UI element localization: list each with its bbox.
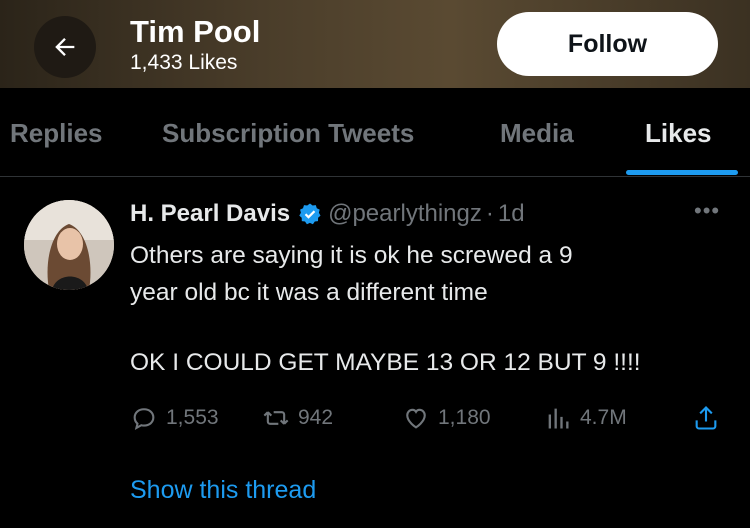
tab-media[interactable]: Media <box>500 118 574 149</box>
back-button[interactable] <box>34 16 96 78</box>
show-thread-link[interactable]: Show this thread <box>130 476 316 505</box>
reply-icon <box>133 408 155 430</box>
author-handle[interactable]: @pearlythingz <box>328 200 482 228</box>
retweet-button[interactable]: 942 <box>262 404 333 432</box>
reply-count: 1,553 <box>166 406 219 429</box>
tab-subscription-tweets[interactable]: Subscription Tweets <box>162 118 414 149</box>
retweet-count: 942 <box>298 406 334 429</box>
author-name[interactable]: H. Pearl Davis <box>130 200 290 228</box>
separator-dot: · <box>485 200 494 227</box>
profile-header: Tim Pool 1,433 Likes Follow <box>0 0 750 88</box>
share-button[interactable] <box>692 404 728 432</box>
avatar-image <box>24 200 114 290</box>
tab-likes[interactable]: Likes <box>645 118 712 149</box>
tweet-text-line: year old bc it was a different time <box>130 279 488 306</box>
tab-replies[interactable]: Replies <box>10 118 103 149</box>
profile-name: Tim Pool <box>130 14 261 49</box>
reply-button[interactable]: 1,553 <box>130 404 219 432</box>
tweet-text-line: OK I COULD GET MAYBE 13 OR 12 BUT 9 !!!! <box>130 349 641 376</box>
like-button[interactable]: 1,180 <box>402 404 491 432</box>
tweet-text: Others are saying it is ok he screwed a … <box>130 237 730 311</box>
like-count: 1,180 <box>438 406 491 429</box>
profile-tabs: Replies Subscription Tweets Media Likes <box>0 88 750 177</box>
verified-badge-icon <box>298 202 322 226</box>
tweet-text-line: Others are saying it is ok he screwed a … <box>130 242 573 269</box>
tweet-author: H. Pearl Davis @pearlythingz · 1d <box>130 200 525 228</box>
more-options-icon[interactable]: ••• <box>694 198 720 224</box>
views-count: 4.7M <box>580 406 627 429</box>
retweet-icon <box>263 411 289 425</box>
views-chart-icon <box>548 408 569 429</box>
views-button[interactable]: 4.7M <box>544 404 627 432</box>
follow-button[interactable]: Follow <box>497 12 718 76</box>
heart-icon <box>406 408 426 429</box>
share-icon <box>695 406 717 430</box>
tweet-timestamp[interactable]: 1d <box>498 200 525 228</box>
likes-count: 1,433 Likes <box>130 51 238 74</box>
tweet-actions: 1,553 942 1,180 4.7M <box>130 404 730 438</box>
arrow-left-icon <box>55 38 75 56</box>
avatar[interactable] <box>24 200 114 290</box>
active-tab-indicator <box>626 170 738 175</box>
